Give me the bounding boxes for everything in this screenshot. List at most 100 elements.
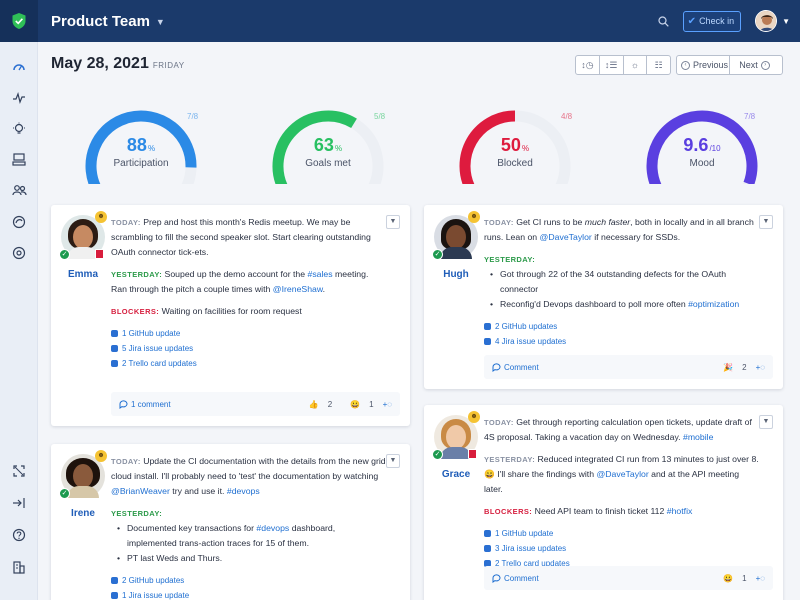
dashboard-icon[interactable] — [9, 56, 29, 76]
lightbulb-icon[interactable] — [9, 119, 29, 139]
link-label: 5 Jira issue updates — [122, 344, 194, 353]
mention-link[interactable]: @BrianWeaver — [111, 486, 170, 496]
standup-card-emma: ☻ ✓ Emma ▼ TODAY: Prep and host this mon… — [51, 205, 410, 426]
team-title[interactable]: Product Team — [51, 13, 150, 30]
view-timeline-button[interactable]: ↕◷ — [576, 56, 600, 74]
card-menu-button[interactable]: ▼ — [386, 454, 400, 468]
thumbs-up-icon: 👍 — [308, 399, 319, 409]
jira-updates-link[interactable]: 5 Jira issue updates — [111, 341, 386, 356]
comment-button[interactable]: 1 comment — [119, 400, 171, 409]
card-menu-button[interactable]: ▼ — [759, 215, 773, 229]
gauge-label: Goals met — [305, 158, 351, 169]
github-updates-link[interactable]: 1 GitHub update — [484, 526, 759, 541]
mood-emoji-icon: ☻ — [95, 450, 107, 462]
card-menu-button[interactable]: ▼ — [386, 215, 400, 229]
person-name[interactable]: Irene — [61, 508, 105, 519]
view-sort-button[interactable]: ↕☰ — [600, 56, 624, 74]
chevron-down-icon: ▼ — [389, 457, 397, 464]
today-label: TODAY: — [111, 218, 141, 227]
person-name[interactable]: Grace — [434, 469, 478, 480]
search-button[interactable] — [653, 10, 675, 32]
yesterday-label: YESTERDAY: — [484, 255, 536, 264]
mention-link[interactable]: @IreneShaw — [273, 284, 323, 294]
yesterday-list: Documented key transactions for #devops … — [111, 521, 386, 566]
integrations-icon[interactable] — [9, 243, 29, 263]
jira-updates-link[interactable]: 1 Jira issue update — [111, 588, 386, 600]
pager: ‹ Previous Next › — [676, 55, 783, 75]
chevron-down-icon[interactable]: ▼ — [782, 17, 790, 26]
chevron-down-icon[interactable]: ▼ — [156, 17, 165, 27]
hashtag-link[interactable]: #devops — [227, 486, 260, 496]
yesterday-entry: YESTERDAY: Reduced integrated CI run fro… — [484, 452, 759, 497]
app-logo[interactable] — [0, 0, 38, 42]
card-body: TODAY: Update the CI documentation with … — [111, 454, 386, 600]
hashtag-link[interactable]: #devops — [256, 523, 289, 533]
user-avatar[interactable] — [755, 10, 778, 32]
building-icon[interactable] — [9, 557, 29, 577]
grin-icon: 😀 — [723, 573, 734, 583]
person-name[interactable]: Hugh — [434, 269, 478, 280]
person-block: ☻ ✓ Hugh — [432, 211, 480, 280]
list-icon: ☷ — [654, 59, 663, 70]
gauge-value: 50% — [453, 135, 577, 156]
github-updates-link[interactable]: 1 GitHub update — [111, 326, 386, 341]
inbox-icon[interactable] — [9, 149, 29, 169]
card-body: TODAY: Prep and host this month's Redis … — [111, 215, 386, 371]
blocked-flag-icon — [95, 249, 104, 259]
mention-link[interactable]: @DaveTaylor — [596, 469, 648, 479]
reaction-thumbs-up[interactable]: 👍 2 — [300, 400, 332, 409]
comment-label: Comment — [504, 362, 539, 372]
hashtag-link[interactable]: #hotfix — [667, 506, 693, 516]
github-updates-link[interactable]: 2 GitHub updates — [484, 319, 759, 334]
avatar[interactable]: ☻ ✓ — [59, 450, 107, 499]
expand-icon[interactable] — [9, 461, 29, 481]
link-label: 1 Jira issue update — [122, 591, 190, 600]
reaction-grin[interactable]: 😀 1 — [714, 574, 746, 583]
mention-link[interactable]: @DaveTaylor — [540, 232, 592, 242]
logout-icon[interactable] — [9, 493, 29, 513]
hashtag-link[interactable]: #optimization — [688, 299, 739, 309]
next-button[interactable]: Next › — [730, 56, 782, 74]
team-icon[interactable] — [9, 180, 29, 200]
yesterday-text: . — [322, 284, 326, 294]
github-updates-link[interactable]: 2 GitHub updates — [111, 573, 386, 588]
view-list-button[interactable]: ☷ — [647, 56, 670, 74]
reaction-party[interactable]: 🎉 2 — [714, 363, 746, 372]
help-icon[interactable] — [9, 525, 29, 545]
view-ideas-button[interactable]: ☼ — [624, 56, 648, 74]
avatar[interactable]: ☻ ✓ — [432, 211, 480, 260]
link-label: 2 GitHub updates — [122, 576, 185, 585]
previous-button[interactable]: ‹ Previous — [677, 56, 730, 74]
hashtag-link[interactable]: #sales — [308, 269, 333, 279]
jira-updates-link[interactable]: 3 Jira issue updates — [484, 541, 759, 556]
jira-updates-link[interactable]: 4 Jira issue updates — [484, 334, 759, 349]
checked-in-icon: ✓ — [432, 249, 443, 260]
comment-button[interactable]: Comment — [492, 363, 539, 372]
card-menu-button[interactable]: ▼ — [759, 415, 773, 429]
today-entry: TODAY: Update the CI documentation with … — [111, 454, 386, 499]
list-item: PT last Weds and Thurs. — [111, 551, 386, 566]
avatar[interactable]: ☻ ✓ — [59, 211, 107, 260]
goals-icon[interactable] — [9, 212, 29, 232]
timeline-icon: ↕◷ — [581, 59, 594, 70]
yesterday-label: YESTERDAY: — [484, 455, 536, 464]
gauge-value: 9.6/10 — [640, 135, 764, 156]
add-reaction-button[interactable]: +◌ — [383, 400, 392, 409]
hashtag-link[interactable]: #mobile — [683, 432, 713, 442]
reaction-grin[interactable]: 😀 1 — [341, 400, 373, 409]
add-reaction-button[interactable]: +◌ — [756, 363, 765, 372]
gauge-unit: % — [334, 144, 343, 153]
checked-in-icon: ✓ — [432, 449, 443, 460]
activity-icon[interactable] — [9, 88, 29, 108]
person-name[interactable]: Emma — [61, 269, 105, 280]
check-in-button[interactable]: ✔ Check in — [682, 10, 742, 32]
link-label: 3 Jira issue updates — [495, 544, 567, 553]
comment-button[interactable]: Comment — [492, 574, 539, 583]
link-label: 1 GitHub update — [122, 329, 181, 338]
mood-emoji-icon: ☻ — [468, 411, 480, 423]
avatar[interactable]: ☻ ✓ — [432, 411, 480, 460]
today-label: TODAY: — [111, 457, 141, 466]
next-label: Next — [739, 60, 758, 70]
trello-updates-link[interactable]: 2 Trello card updates — [111, 356, 386, 371]
add-reaction-button[interactable]: +◌ — [756, 574, 765, 583]
